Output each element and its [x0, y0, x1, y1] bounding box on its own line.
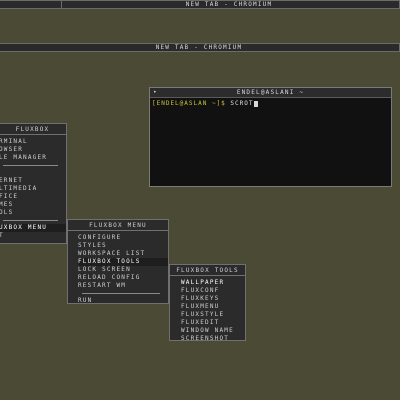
fluxbox-submenu-title: Fluxbox Menu [68, 220, 168, 231]
menu-item-fluxmenu[interactable]: Fluxmenu [181, 303, 245, 311]
menu-item-internet[interactable]: ernet [0, 177, 66, 185]
menu-item-workspace-list[interactable]: Workspace List [78, 250, 168, 258]
shell-prompt: [endel@aslan ~]$ [152, 100, 226, 107]
titlebar-separator [61, 1, 62, 8]
menu-item-multimedia[interactable]: ltimedia [0, 185, 66, 193]
menu-item-styles[interactable]: Styles [78, 242, 168, 250]
menu-separator [3, 165, 58, 166]
menu-item-file-manager[interactable]: le Manager [0, 154, 66, 162]
second-window-titlebar[interactable]: New Tab - Chromium [0, 43, 400, 52]
tools-submenu-title: Fluxbox Tools [170, 265, 245, 276]
menu-item-lock-screen[interactable]: Lock Screen [78, 266, 168, 274]
top-window-titlebar[interactable]: New Tab - Chromium [0, 0, 400, 9]
menu-item-reload-config[interactable]: Reload Config [78, 274, 168, 282]
terminal-titlebar[interactable]: • endel@aslani ~ [150, 88, 391, 98]
terminal-cursor [254, 100, 259, 107]
menu-separator [82, 293, 160, 294]
top-window-title: New Tab - Chromium [185, 1, 273, 8]
menu-item-window-name[interactable]: Window Name [181, 327, 245, 335]
menu-item-wallpaper[interactable]: Wallpaper [181, 279, 245, 287]
terminal-title: endel@aslani ~ [236, 89, 305, 96]
fluxbox-submenu: Fluxbox Menu Configure Styles Workspace … [67, 219, 169, 304]
menu-item-configure[interactable]: Configure [78, 234, 168, 242]
terminal-window[interactable]: • endel@aslani ~ [endel@aslan ~]$ scrot [149, 87, 392, 187]
fluxbox-tools-submenu: Fluxbox Tools Wallpaper Fluxconf Fluxkey… [169, 264, 246, 343]
menu-separator [3, 220, 58, 221]
second-window-title: New Tab - Chromium [155, 44, 243, 51]
menu-item-restart-wm[interactable]: Restart WM [78, 282, 168, 290]
menu-item-browser[interactable]: owser [0, 146, 66, 154]
root-menu-title: Fluxbox [0, 124, 66, 135]
typed-command: scrot [230, 100, 254, 107]
fluxbox-root-menu: Fluxbox rminal owser le Manager ernet lt… [0, 123, 67, 244]
menu-item-exit[interactable]: t [0, 232, 66, 240]
menu-item-fluxbox-menu[interactable]: uxbox Menu [0, 224, 66, 232]
menu-item-fluxconf[interactable]: Fluxconf [181, 287, 245, 295]
menu-item-fluxedit[interactable]: Fluxedit [181, 319, 245, 327]
menu-item-fluxkeys[interactable]: Fluxkeys [181, 295, 245, 303]
menu-item-office[interactable]: fice [0, 193, 66, 201]
menu-item-fluxbox-tools[interactable]: Fluxbox Tools [78, 258, 168, 266]
menu-item-terminal[interactable]: rminal [0, 138, 66, 146]
menu-item-screenshot[interactable]: Screenshot [181, 335, 245, 343]
menu-item-tools[interactable]: ols [0, 209, 66, 217]
menu-item-games[interactable]: mes [0, 201, 66, 209]
menu-item-fluxstyle[interactable]: Fluxstyle [181, 311, 245, 319]
menu-item-run[interactable]: Run [78, 297, 168, 305]
menu-item-blank [0, 169, 66, 177]
terminal-prompt-line[interactable]: [endel@aslan ~]$ scrot [150, 98, 391, 109]
